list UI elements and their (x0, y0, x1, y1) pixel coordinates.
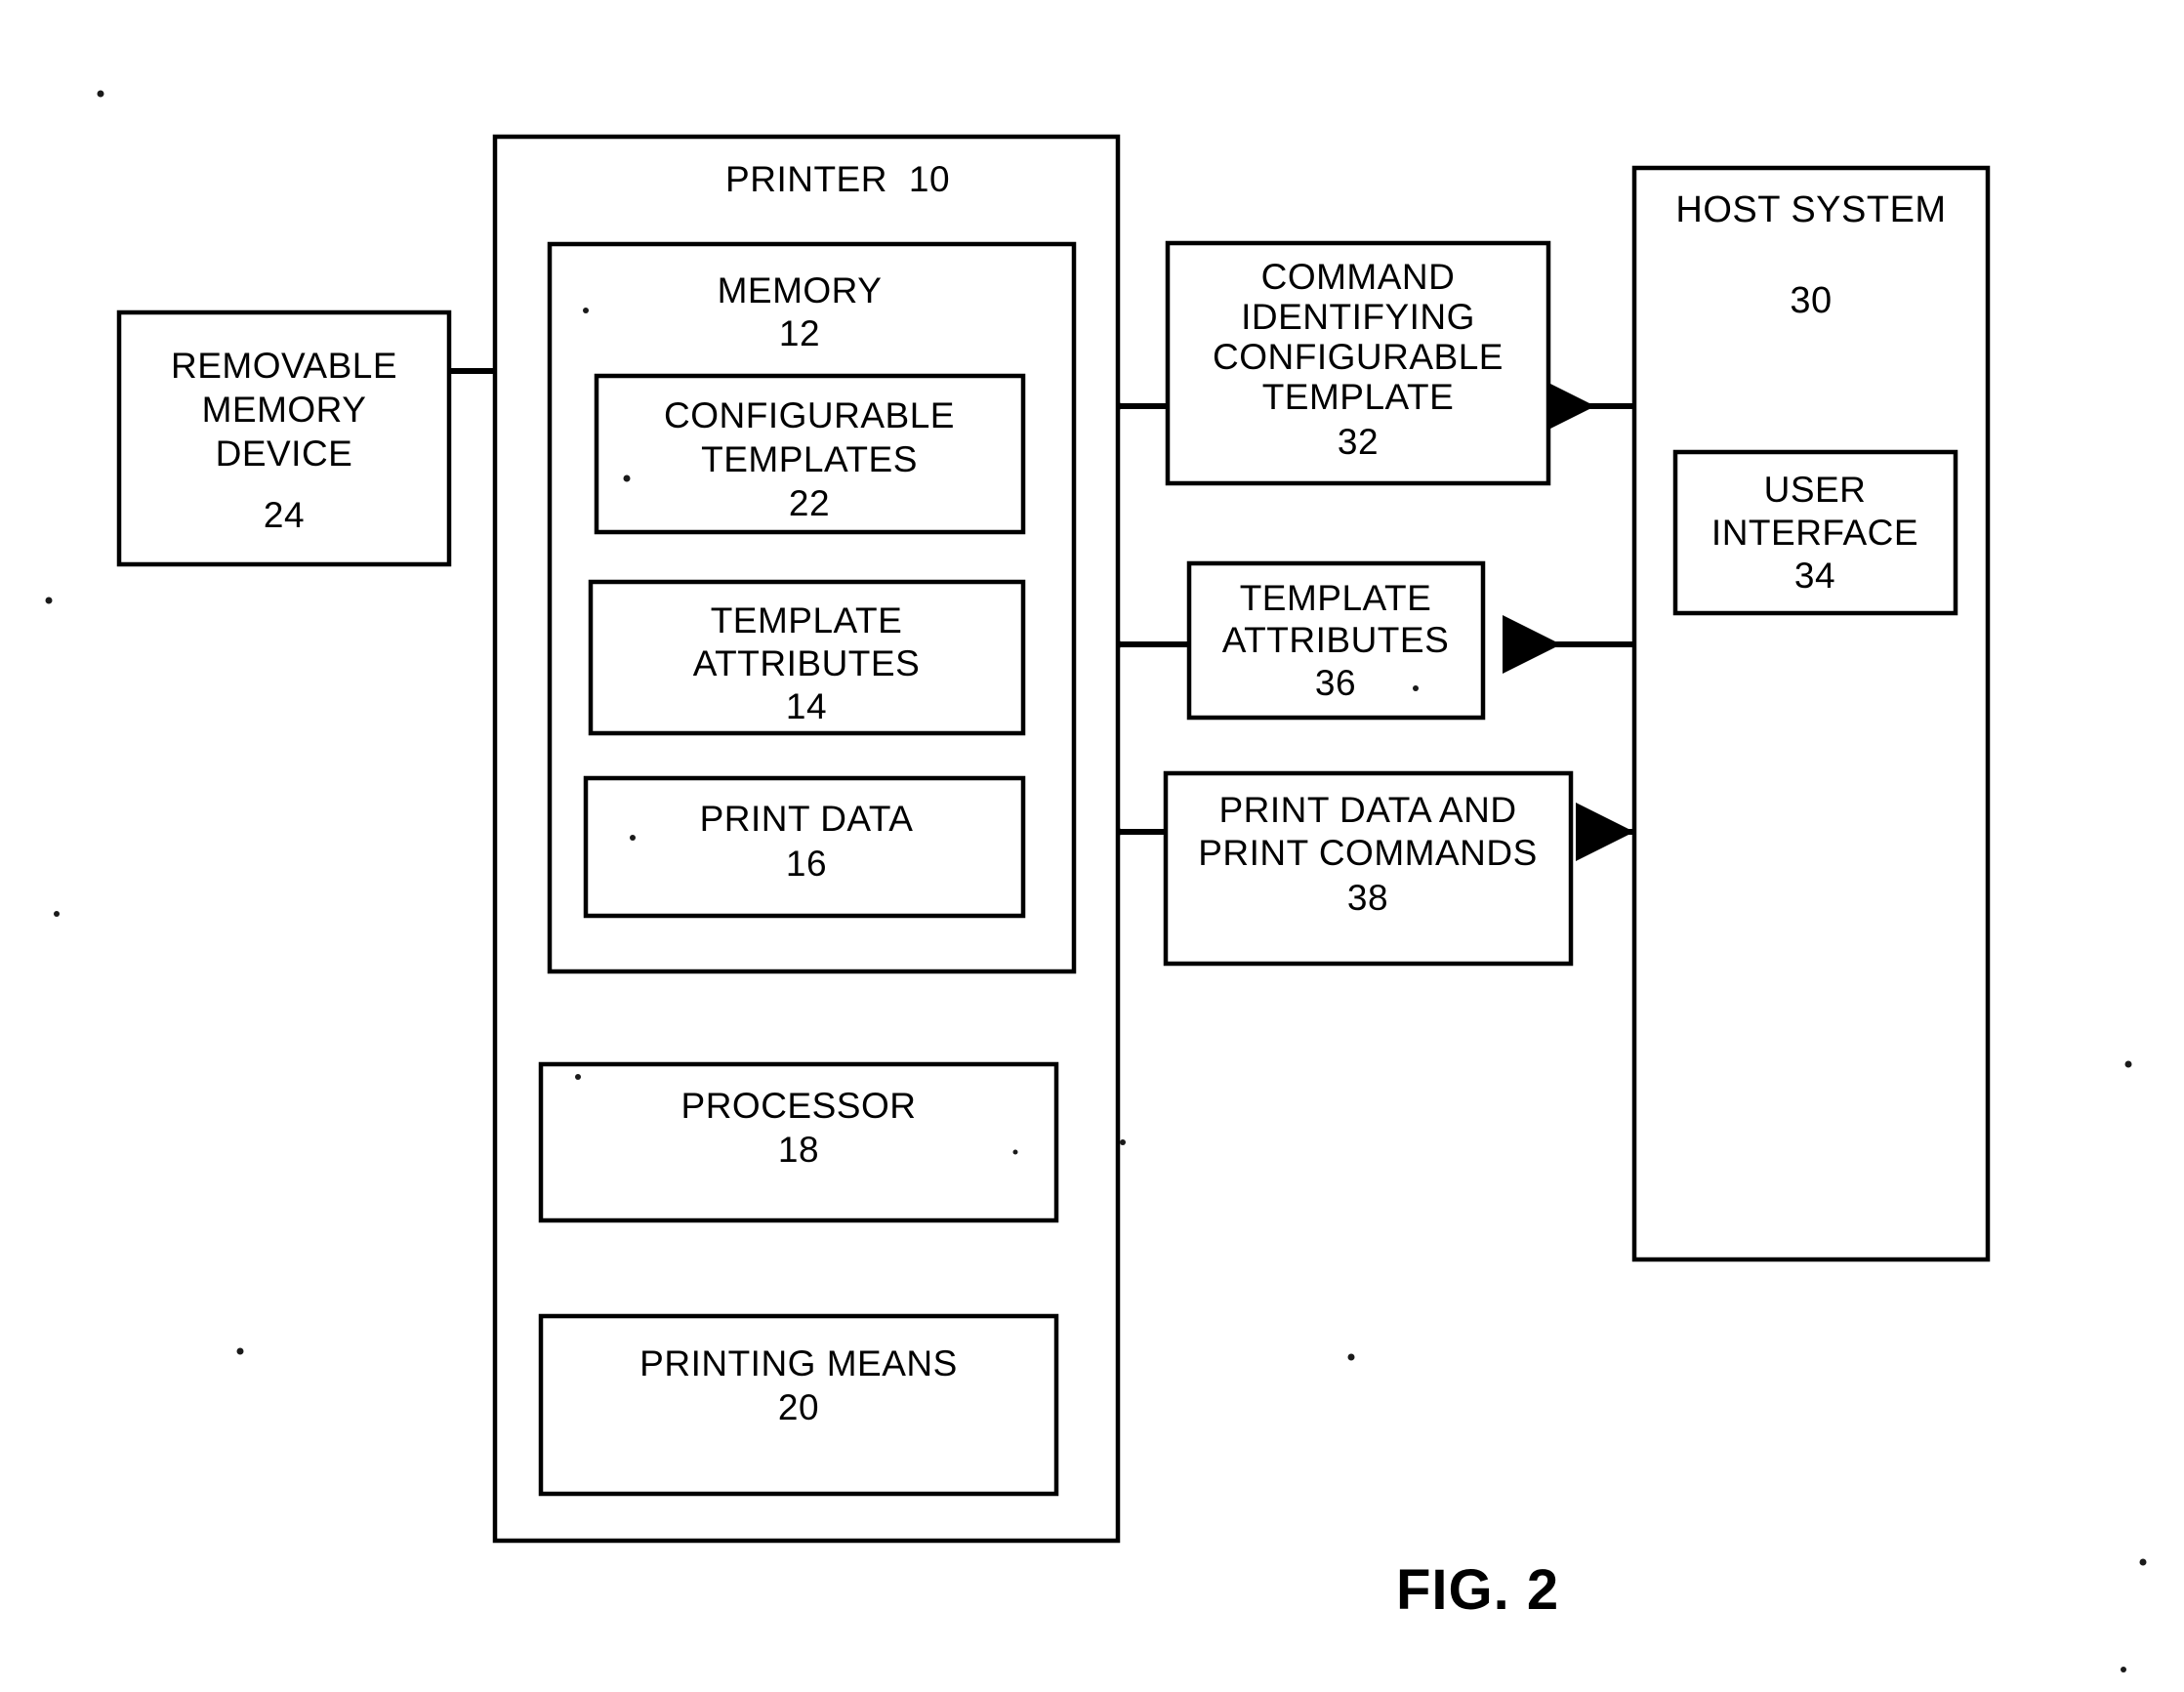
node-user-interface[interactable]: USER INTERFACE 34 (1672, 449, 1958, 616)
removable-memory-ref: 24 (264, 495, 305, 535)
template-attributes-memory-line1: TEMPLATE (711, 600, 903, 640)
command-identifying-line2: IDENTIFYING (1241, 297, 1475, 337)
configurable-templates-ref: 22 (789, 483, 830, 523)
template-attributes-message-ref: 36 (1315, 663, 1356, 703)
printing-means-label: PRINTING MEANS (639, 1343, 958, 1383)
processor-label: PROCESSOR (681, 1086, 917, 1126)
command-identifying-line3: CONFIGURABLE (1213, 337, 1504, 377)
removable-memory-line3: DEVICE (216, 433, 353, 474)
template-attributes-message-line2: ATTRIBUTES (1222, 620, 1450, 660)
printer-title: PRINTER (725, 159, 887, 199)
printing-means-ref: 20 (778, 1387, 819, 1427)
node-template-attributes-message[interactable]: TEMPLATE ATTRIBUTES 36 (1186, 560, 1486, 721)
node-host-system[interactable]: HOST SYSTEM 30 (1631, 165, 1991, 1262)
memory-ref: 12 (779, 313, 820, 353)
configurable-templates-line1: CONFIGURABLE (664, 395, 955, 435)
print-data-memory-line1: PRINT DATA (700, 799, 914, 839)
command-identifying-line4: TEMPLATE (1262, 377, 1455, 417)
node-print-data-memory[interactable]: PRINT DATA 16 (583, 775, 1026, 919)
node-command-identifying-template[interactable]: COMMAND IDENTIFYING CONFIGURABLE TEMPLAT… (1165, 240, 1551, 486)
user-interface-line2: INTERFACE (1711, 513, 1918, 553)
removable-memory-line2: MEMORY (202, 390, 367, 430)
template-attributes-message-line1: TEMPLATE (1240, 578, 1432, 618)
figure-caption: FIG. 2 (1396, 1558, 1559, 1622)
block-diagram: PRINTER 10 MEMORY 12 CONFIGURABLE TEMPLA… (45, 90, 2147, 1672)
host-system-title: HOST SYSTEM (1675, 189, 1946, 230)
memory-title: MEMORY (718, 270, 883, 310)
node-configurable-templates[interactable]: CONFIGURABLE TEMPLATES 22 (594, 373, 1026, 535)
removable-memory-line1: REMOVABLE (171, 346, 397, 386)
configurable-templates-line2: TEMPLATES (701, 439, 918, 479)
print-data-commands-line1: PRINT DATA AND (1218, 790, 1516, 830)
user-interface-line1: USER (1764, 470, 1867, 510)
command-identifying-ref: 32 (1338, 422, 1379, 462)
node-printing-means[interactable]: PRINTING MEANS 20 (538, 1313, 1059, 1497)
print-data-commands-ref: 38 (1347, 878, 1388, 918)
print-data-memory-ref: 16 (786, 844, 827, 884)
node-template-attributes-memory[interactable]: TEMPLATE ATTRIBUTES 14 (588, 579, 1026, 736)
processor-ref: 18 (778, 1130, 819, 1170)
host-system-ref: 30 (1790, 280, 1832, 321)
node-print-data-commands-message[interactable]: PRINT DATA AND PRINT COMMANDS 38 (1163, 770, 1574, 967)
node-processor[interactable]: PROCESSOR 18 (538, 1061, 1059, 1223)
node-removable-memory-device[interactable]: REMOVABLE MEMORY DEVICE 24 (116, 310, 452, 567)
template-attributes-memory-line2: ATTRIBUTES (693, 643, 921, 683)
print-data-commands-line2: PRINT COMMANDS (1198, 833, 1538, 873)
printer-ref: 10 (909, 159, 950, 199)
figure-canvas: PRINTER 10 MEMORY 12 CONFIGURABLE TEMPLA… (0, 0, 2184, 1692)
template-attributes-memory-ref: 14 (786, 686, 827, 726)
command-identifying-line1: COMMAND (1261, 257, 1456, 297)
user-interface-ref: 34 (1794, 556, 1835, 596)
